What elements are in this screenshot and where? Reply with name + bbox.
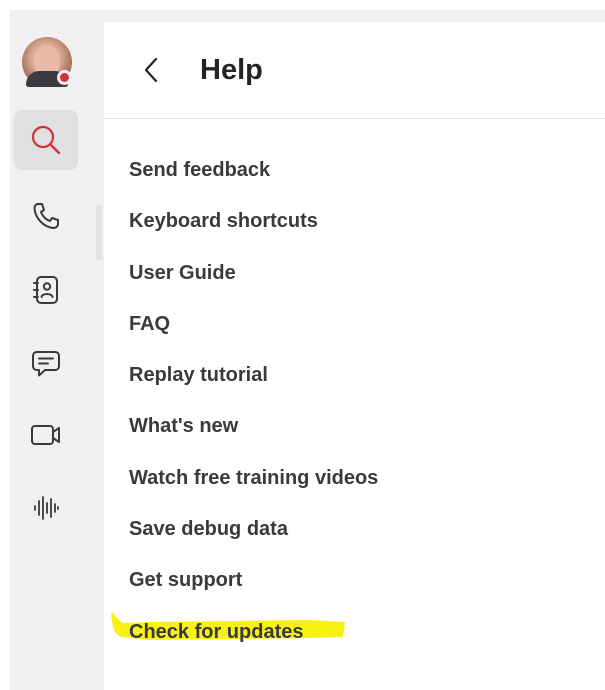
rail-item-search[interactable] (14, 110, 78, 170)
menu-item-save-debug-data[interactable]: Save debug data (129, 509, 589, 560)
contact-book-icon (33, 276, 58, 304)
chevron-left-icon (144, 57, 158, 83)
audio-waveform-icon (34, 496, 59, 520)
menu-item-watch-free-training-videos[interactable]: Watch free training videos (129, 458, 589, 509)
menu-item-replay-tutorial[interactable]: Replay tutorial (129, 355, 589, 406)
help-menu: Send feedback Keyboard shortcuts User Gu… (111, 150, 589, 663)
phone-icon (33, 203, 59, 229)
rail-item-calls[interactable] (14, 186, 78, 246)
rail-item-voicemail[interactable] (14, 478, 78, 538)
menu-item-user-guide[interactable]: User Guide (129, 253, 589, 304)
rail-scrollbar[interactable] (96, 205, 102, 260)
panel-header: Help (104, 22, 605, 119)
presence-status-badge (57, 70, 72, 85)
search-icon (31, 125, 61, 155)
menu-item-send-feedback[interactable]: Send feedback (129, 150, 589, 201)
app-window: Help Send feedback Keyboard shortcuts Us… (0, 0, 605, 690)
rail-item-chat[interactable] (14, 334, 78, 394)
video-camera-icon (31, 425, 60, 445)
menu-item-check-for-updates[interactable]: Check for updates (111, 611, 589, 663)
rail-item-meetings[interactable] (14, 405, 78, 465)
rail-gutter (96, 10, 104, 690)
help-panel: Help Send feedback Keyboard shortcuts Us… (104, 22, 605, 690)
menu-item-get-support[interactable]: Get support (129, 560, 589, 611)
menu-item-keyboard-shortcuts[interactable]: Keyboard shortcuts (129, 201, 589, 252)
rail-item-contacts[interactable] (14, 260, 78, 320)
top-strip (96, 10, 605, 22)
menu-item-faq[interactable]: FAQ (129, 304, 589, 355)
back-button[interactable] (136, 52, 166, 88)
menu-item-whats-new[interactable]: What's new (129, 406, 589, 457)
chat-icon (32, 351, 60, 377)
page-title: Help (200, 54, 263, 86)
